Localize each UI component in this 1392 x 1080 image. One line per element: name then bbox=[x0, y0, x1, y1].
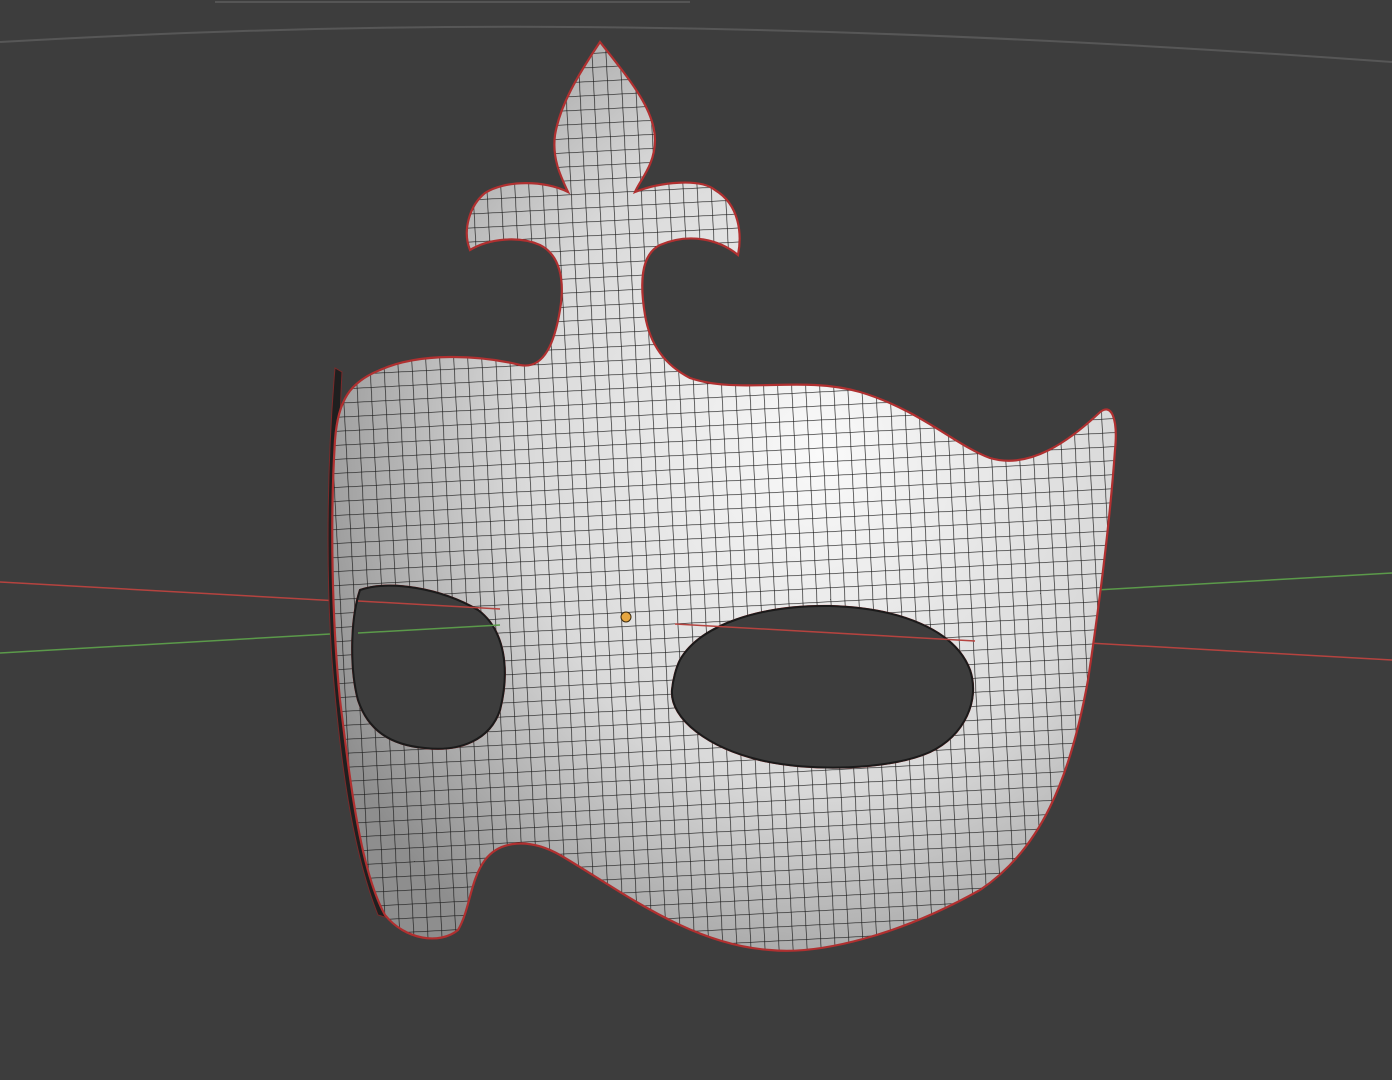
viewport-canvas[interactable] bbox=[0, 0, 1392, 1080]
3d-viewport[interactable] bbox=[0, 0, 1392, 1080]
mask-mesh[interactable] bbox=[300, 30, 1140, 970]
right-eye-hole bbox=[670, 604, 975, 769]
object-origin-icon[interactable] bbox=[620, 611, 632, 623]
grid-line-top bbox=[0, 25, 1392, 63]
